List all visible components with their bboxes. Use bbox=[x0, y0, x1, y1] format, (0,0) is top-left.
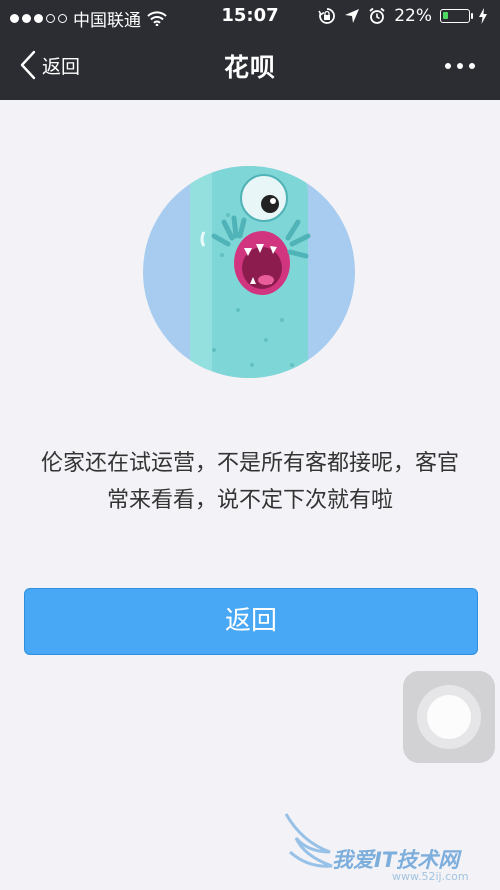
battery-fill bbox=[443, 12, 448, 19]
watermark-url: www.52ij.com bbox=[392, 870, 469, 883]
alarm-icon bbox=[369, 7, 385, 24]
status-bar: 中国联通 15:07 22% bbox=[0, 0, 500, 34]
info-message: 伦家还在试运营，不是所有客都接呢，客官常来看看，说不定下次就有啦 bbox=[40, 451, 459, 513]
battery-percent: 22% bbox=[394, 6, 432, 26]
watermark: 我爱IT技术网 www.52ij.com bbox=[282, 812, 492, 886]
nav-bar: 返回 花呗 bbox=[0, 34, 500, 100]
more-options-button[interactable] bbox=[440, 54, 480, 78]
location-arrow-icon bbox=[345, 9, 360, 23]
top-bar: 中国联通 15:07 22% 返回 花呗 bbox=[0, 0, 500, 100]
assistive-touch-core bbox=[427, 695, 471, 739]
assistive-touch-icon[interactable] bbox=[403, 671, 495, 763]
monster-illustration bbox=[143, 166, 355, 378]
more-dots-icon bbox=[445, 63, 475, 69]
return-button[interactable]: 返回 bbox=[24, 588, 478, 655]
charging-bolt-icon bbox=[479, 8, 487, 24]
battery-icon bbox=[440, 9, 473, 23]
status-right: 22% bbox=[318, 6, 488, 26]
rotation-lock-icon bbox=[318, 8, 336, 24]
page-title: 花呗 bbox=[223, 53, 276, 82]
